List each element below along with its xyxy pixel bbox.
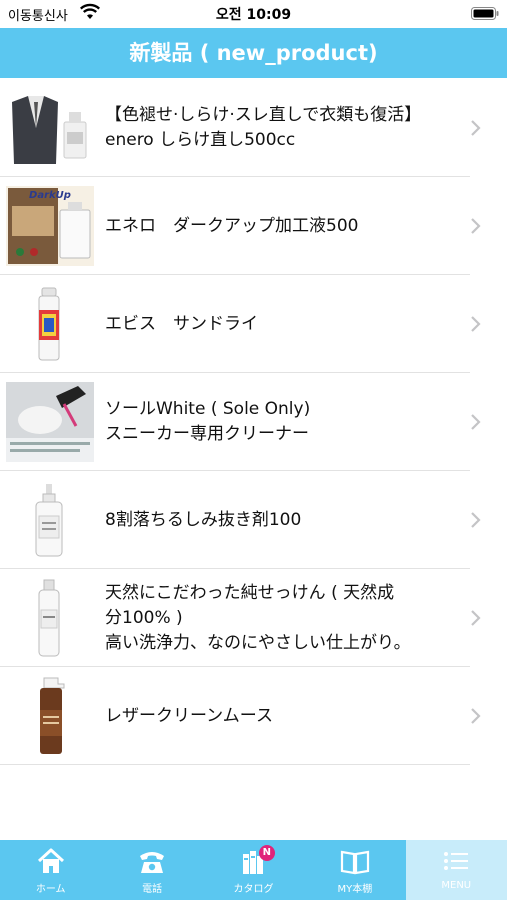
product-name-line: ソールWhite ( Sole Only) xyxy=(105,399,311,419)
tab-menu[interactable]: MENU xyxy=(405,840,507,900)
product-name-line: 天然にこだわった純せっけん ( 天然成 xyxy=(105,582,395,603)
product-row-shiroke-naoshi[interactable]: 【色褪せ·しらけ·スレ直しで衣類も復活】 enero しらけ直し500cc xyxy=(0,79,507,177)
product-name-line: レザークリーンムース xyxy=(105,705,273,726)
product-row-leather-mousse[interactable]: レザークリーンムース xyxy=(0,667,507,765)
product-thumbnail xyxy=(6,284,94,364)
chevron-right-icon xyxy=(471,512,481,528)
product-row-shiminuki[interactable]: 8割落ちるしみ抜き剤100 xyxy=(0,471,507,569)
tab-my-bookshelf[interactable]: MY本棚 xyxy=(304,840,405,900)
product-name-line: 【色褪せ·しらけ·スレ直しで衣類も復活】 xyxy=(105,105,422,125)
product-name-line: 高い洗浄力、なのにやさしい仕上がり。 xyxy=(105,632,411,653)
product-name-line: enero しらけ直し500cc xyxy=(105,130,296,150)
page-title: 新製品 ( new_product) xyxy=(129,41,378,65)
product-thumbnail xyxy=(6,480,94,560)
tab-label: MENU xyxy=(441,880,472,891)
tab-label: カタログ xyxy=(233,884,274,895)
product-text: 8割落ちるしみ抜き剤100 xyxy=(105,471,460,569)
product-list: 【色褪せ·しらけ·スレ直しで衣類も復活】 enero しらけ直し500cc Da… xyxy=(0,79,507,765)
product-row-soap[interactable]: 天然にこだわった純せっけん ( 天然成 分100% ) 高い洗浄力、なのにやさし… xyxy=(0,569,507,667)
menu-icon xyxy=(444,852,469,870)
chevron-right-icon xyxy=(471,316,481,332)
tab-label: ホーム xyxy=(35,884,66,895)
product-text: ソールWhite ( Sole Only) スニーカー専用クリーナー xyxy=(105,373,460,471)
product-text: エネロ ダークアップ加工液500 xyxy=(105,177,460,275)
product-name-line: スニーカー専用クリーナー xyxy=(105,424,309,444)
home-icon xyxy=(37,848,64,873)
product-text: 天然にこだわった純せっけん ( 天然成 分100% ) 高い洗浄力、なのにやさし… xyxy=(105,569,460,667)
battery-icon xyxy=(471,7,499,20)
tab-bar: ホーム 電話 N カタログ MY本棚 MENU xyxy=(0,840,507,900)
product-row-sole-white[interactable]: ソールWhite ( Sole Only) スニーカー専用クリーナー xyxy=(0,373,507,471)
product-name-line: 8割落ちるしみ抜き剤100 xyxy=(105,509,302,530)
tab-phone[interactable]: 電話 xyxy=(101,840,202,900)
product-thumbnail xyxy=(6,382,94,462)
chevron-right-icon xyxy=(471,120,481,136)
product-name-line: エビス サンドライ xyxy=(105,313,258,334)
product-text: 【色褪せ·しらけ·スレ直しで衣類も復活】 enero しらけ直し500cc xyxy=(105,79,460,177)
product-row-darkup[interactable]: DarkUp エネロ ダークアップ加工液500 xyxy=(0,177,507,275)
product-thumbnail xyxy=(6,578,94,658)
tab-home[interactable]: ホーム xyxy=(0,840,101,900)
product-thumbnail: DarkUp xyxy=(6,186,94,266)
product-text: レザークリーンムース xyxy=(105,667,460,765)
product-row-sandry[interactable]: エビス サンドライ xyxy=(0,275,507,373)
book-icon xyxy=(340,850,369,875)
product-thumbnail xyxy=(6,676,94,756)
chevron-right-icon xyxy=(471,218,481,234)
new-badge: N xyxy=(258,845,275,861)
product-name-line: エネロ ダークアップ加工液500 xyxy=(105,215,359,236)
darkup-logo-text: DarkUp xyxy=(29,190,71,201)
chevron-right-icon xyxy=(471,708,481,724)
product-thumbnail xyxy=(6,88,94,168)
chevron-right-icon xyxy=(471,414,481,430)
tab-catalog[interactable]: N カタログ xyxy=(203,840,304,900)
product-name-line: 分100% ) xyxy=(105,607,183,628)
status-bar: 이동통신사 오전 10:09 xyxy=(0,0,507,28)
product-text: エビス サンドライ xyxy=(105,275,460,373)
chevron-right-icon xyxy=(471,610,481,626)
nav-bar: 新製品 ( new_product) xyxy=(0,28,507,78)
status-time: 오전 10:09 xyxy=(215,7,292,23)
phone-icon xyxy=(140,852,165,873)
tab-label: MY本棚 xyxy=(337,884,373,895)
tab-label: 電話 xyxy=(142,884,163,895)
